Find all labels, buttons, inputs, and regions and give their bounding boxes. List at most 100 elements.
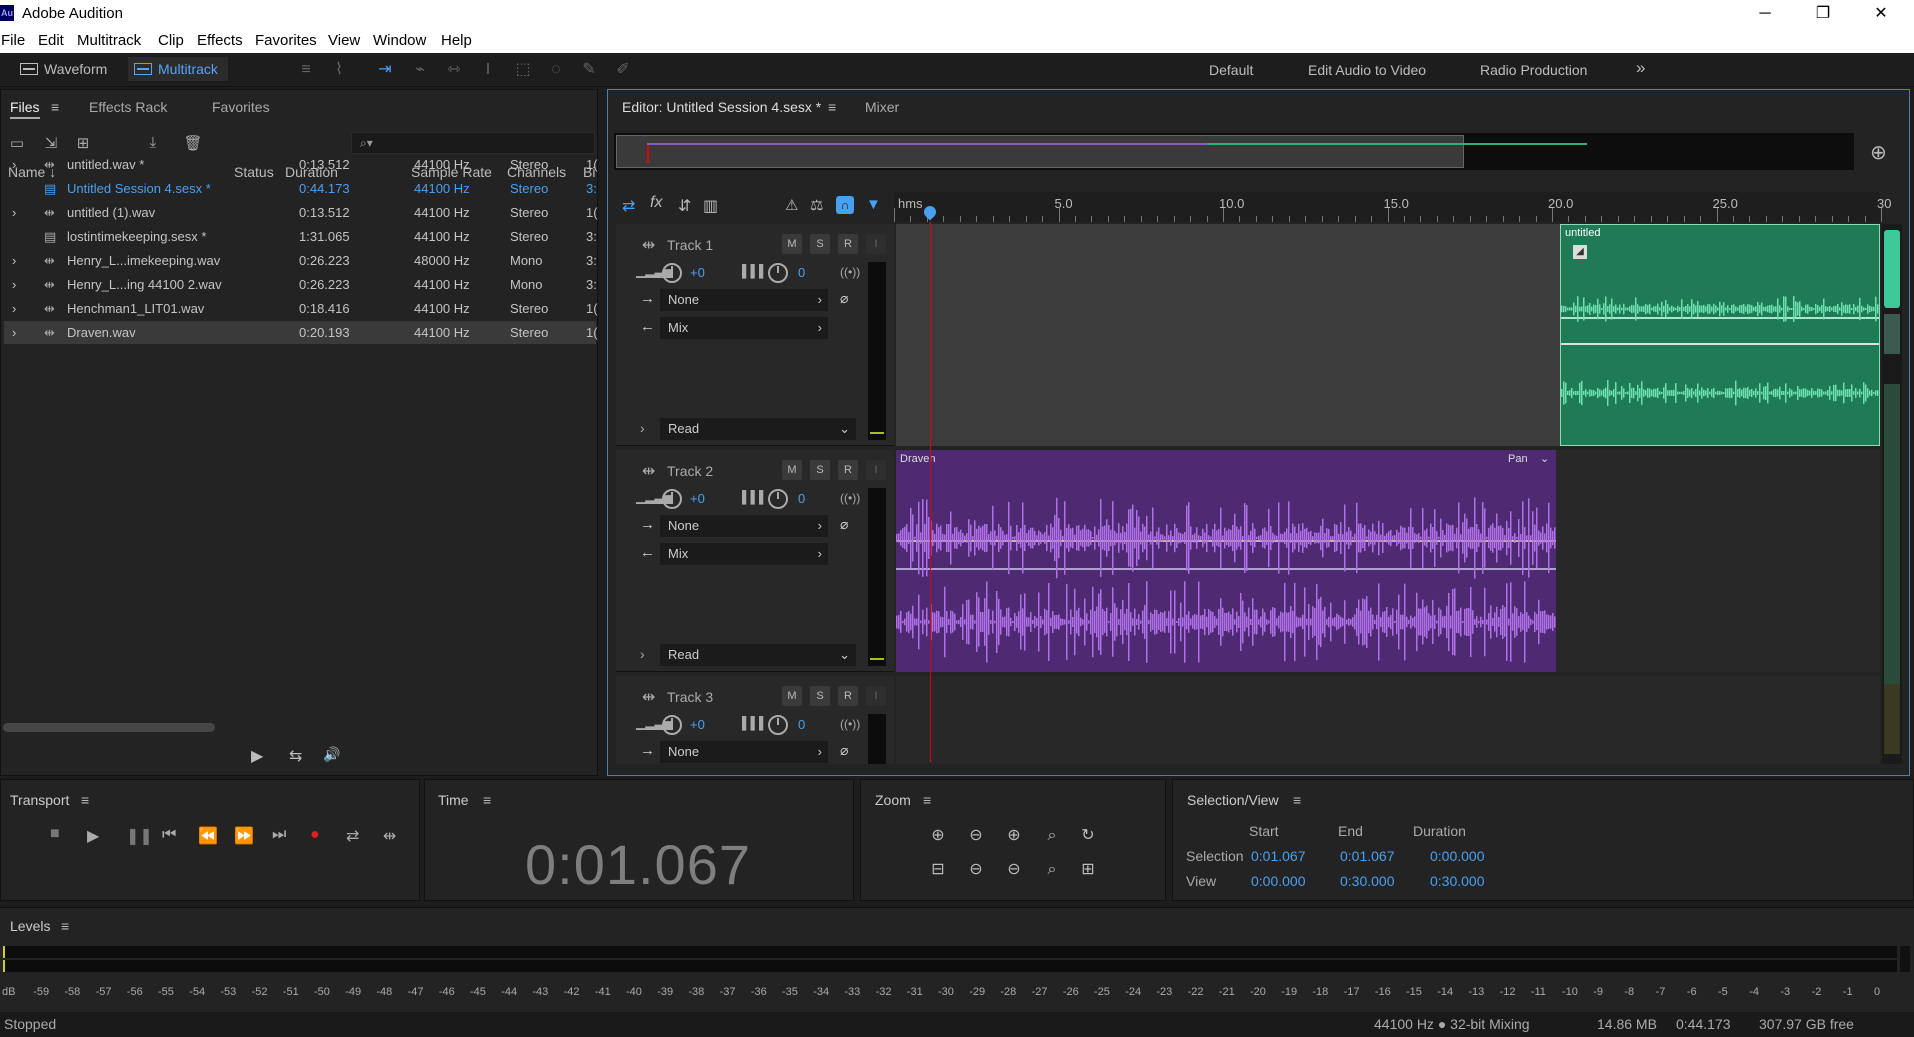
loop-playback-icon[interactable]: ∩ bbox=[836, 196, 854, 214]
track3-volume-value[interactable]: +0 bbox=[690, 717, 705, 732]
track1-lane[interactable] bbox=[896, 224, 1560, 446]
view-end-value[interactable]: 0:30.000 bbox=[1340, 873, 1395, 889]
zoom-tracks-icon[interactable]: ⊞ bbox=[1076, 858, 1100, 882]
selection-view-menu-icon[interactable]: ≡ bbox=[1293, 792, 1301, 808]
track1-pan-value[interactable]: 0 bbox=[798, 265, 805, 280]
track3-record-button[interactable]: R bbox=[838, 686, 858, 706]
zoom-menu-icon[interactable]: ≡ bbox=[923, 792, 931, 808]
track1-automation-select[interactable]: Read ⌄ bbox=[660, 418, 856, 440]
multitrack-mode-button[interactable]: Multitrack bbox=[128, 57, 228, 81]
overview-view-range[interactable] bbox=[616, 135, 1587, 168]
zoom-out-time-icon[interactable]: ⊖ bbox=[1002, 858, 1026, 882]
file-row[interactable]: › ⇹ Henry_L...ing 44100 2.wav 0:26.223 44100… bbox=[4, 273, 597, 296]
tab-files[interactable]: Files bbox=[10, 99, 40, 119]
pause-icon[interactable]: ❚❚ bbox=[126, 826, 153, 846]
track2-phase-invert-icon[interactable]: ⌀ bbox=[840, 516, 848, 533]
track2-output-select[interactable]: Mix › bbox=[660, 543, 828, 565]
track1-monitor-button[interactable]: I bbox=[866, 234, 886, 254]
workspace-default[interactable]: Default bbox=[1209, 62, 1253, 78]
track3-drag-icon[interactable]: ⇹ bbox=[642, 687, 655, 707]
menu-help[interactable]: Help bbox=[441, 32, 472, 49]
menu-file[interactable]: File bbox=[1, 32, 25, 49]
slip-tool-icon[interactable]: ⇿ bbox=[443, 59, 465, 81]
track3-mute-button[interactable]: M bbox=[782, 686, 802, 706]
file-expand-icon[interactable]: › bbox=[12, 205, 16, 220]
open-file-icon[interactable]: ▭ bbox=[5, 134, 29, 154]
track2-pan-value[interactable]: 0 bbox=[798, 491, 805, 506]
spectral-display-icon[interactable]: ≡ bbox=[295, 59, 317, 81]
editor-menu-icon[interactable]: ≡ bbox=[828, 99, 836, 115]
more-workspaces-icon[interactable]: » bbox=[1636, 58, 1645, 78]
chevron-down-icon[interactable]: ⌄ bbox=[1540, 452, 1549, 465]
time-menu-icon[interactable]: ≡ bbox=[483, 792, 491, 808]
view-start-value[interactable]: 0:00.000 bbox=[1251, 873, 1306, 889]
loop-playback-icon[interactable]: ⇄ bbox=[346, 826, 359, 846]
close-button[interactable]: ✕ bbox=[1852, 0, 1910, 28]
files-panel-menu-icon[interactable]: ≡ bbox=[51, 99, 59, 115]
menu-multitrack[interactable]: Multitrack bbox=[77, 32, 141, 49]
zoom-out-amplitude-icon[interactable]: ⊖ bbox=[964, 824, 988, 848]
eq-icon[interactable]: ▥ bbox=[703, 196, 718, 216]
track1-drag-icon[interactable]: ⇹ bbox=[642, 235, 655, 255]
play-icon[interactable]: ▶ bbox=[87, 826, 99, 846]
time-selection-tool-icon[interactable]: I bbox=[477, 59, 499, 81]
zoom-selection-icon[interactable]: ⌕ bbox=[1040, 824, 1064, 848]
zoom-in-amplitude-icon[interactable]: ⊕ bbox=[926, 824, 950, 848]
track1-clip-untitled[interactable]: untitled ◢ bbox=[1560, 224, 1880, 446]
view-duration-value[interactable]: 0:30.000 bbox=[1430, 873, 1485, 889]
menu-edit[interactable]: Edit bbox=[38, 32, 64, 49]
effects-fx-icon[interactable]: fx bbox=[650, 194, 662, 212]
stop-icon[interactable]: ■ bbox=[50, 825, 60, 843]
selection-start-value[interactable]: 0:01.067 bbox=[1251, 848, 1306, 864]
track3-name[interactable]: Track 3 bbox=[667, 689, 713, 705]
tab-editor[interactable]: Editor: Untitled Session 4.sesx * bbox=[622, 99, 821, 115]
zoom-to-fit-icon[interactable]: ⊕ bbox=[1870, 140, 1887, 165]
zoom-out-full-icon[interactable]: ⊖ bbox=[964, 858, 988, 882]
zoom-in-time-icon[interactable]: ⊕ bbox=[1002, 824, 1026, 848]
track2-automation-select[interactable]: Read ⌄ bbox=[660, 644, 856, 666]
sends-icon[interactable]: ⇵ bbox=[678, 196, 691, 216]
track1-pan-knob[interactable] bbox=[768, 263, 788, 283]
record-icon[interactable]: ● bbox=[310, 826, 320, 844]
track2-volume-value[interactable]: +0 bbox=[690, 491, 705, 506]
auto-play-icon[interactable]: 🔊 bbox=[323, 746, 340, 763]
track2-lane-empty[interactable] bbox=[1556, 450, 1880, 672]
track1-input-select[interactable]: None › bbox=[660, 289, 828, 311]
track2-mute-button[interactable]: M bbox=[782, 460, 802, 480]
zoom-left-right-icon[interactable]: ⌕ bbox=[1040, 858, 1064, 882]
track3-phase-invert-icon[interactable]: ⌀ bbox=[840, 742, 848, 759]
brush-tool-icon[interactable]: ✎ bbox=[578, 59, 600, 81]
selection-end-value[interactable]: 0:01.067 bbox=[1340, 848, 1395, 864]
track1-name[interactable]: Track 1 bbox=[667, 237, 713, 253]
file-expand-icon[interactable]: › bbox=[12, 157, 16, 172]
razor-tool-icon[interactable]: ⌁ bbox=[409, 59, 431, 81]
track3-lane[interactable] bbox=[896, 676, 1880, 764]
track1-phase-invert-icon[interactable]: ⌀ bbox=[840, 290, 848, 307]
file-expand-icon[interactable]: › bbox=[12, 325, 16, 340]
playhead-handle-icon[interactable] bbox=[921, 203, 939, 221]
go-to-end-icon[interactable]: ⏭ bbox=[272, 826, 286, 844]
track1-stereo-icon[interactable]: ((•)) bbox=[840, 265, 860, 279]
track2-expand-icon[interactable]: › bbox=[640, 646, 645, 662]
insert-into-multitrack-icon[interactable]: ⤓ bbox=[141, 134, 165, 154]
track3-volume-knob[interactable] bbox=[662, 715, 682, 735]
metronome-icon[interactable]: ⚖ bbox=[810, 196, 823, 214]
file-row[interactable]: › ⇹ Henchman1_LIT01.wav 0:18.416 44100 Hz Ste… bbox=[4, 297, 598, 320]
transport-menu-icon[interactable]: ≡ bbox=[81, 792, 89, 808]
skip-selection-icon[interactable]: ⇹ bbox=[383, 826, 396, 846]
track2-clip-draven[interactable]: Draven Pan ⌄ bbox=[896, 450, 1556, 672]
track2-solo-button[interactable]: S bbox=[810, 460, 830, 480]
track2-record-button[interactable]: R bbox=[838, 460, 858, 480]
zoom-rotate-icon[interactable]: ↻ bbox=[1076, 824, 1100, 848]
file-expand-icon[interactable]: › bbox=[12, 253, 16, 268]
files-search-input[interactable]: ⌕▾ bbox=[351, 132, 595, 154]
track1-volume-knob[interactable] bbox=[662, 263, 682, 283]
menu-window[interactable]: Window bbox=[373, 32, 426, 49]
track1-expand-icon[interactable]: › bbox=[640, 420, 645, 436]
maximize-button[interactable]: ❐ bbox=[1794, 0, 1852, 28]
tab-mixer[interactable]: Mixer bbox=[865, 99, 899, 115]
delete-file-icon[interactable]: 🗑 bbox=[181, 134, 205, 154]
inputs-outputs-icon[interactable]: ⇄ bbox=[622, 196, 635, 216]
files-horizontal-scrollbar[interactable] bbox=[3, 723, 215, 732]
session-overview[interactable] bbox=[614, 133, 1854, 170]
